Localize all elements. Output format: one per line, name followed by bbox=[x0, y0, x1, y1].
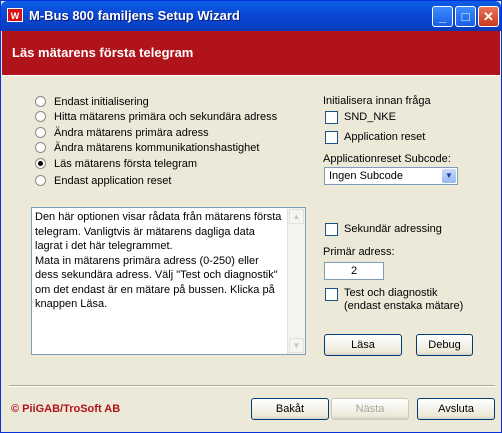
option-label: Läs mätarens första telegram bbox=[54, 157, 198, 170]
primary-address-label: Primär adress: bbox=[323, 246, 395, 258]
option-label: Ändra mätarens kommunikationshastighet bbox=[54, 141, 260, 154]
radio-button[interactable] bbox=[35, 96, 46, 107]
cancel-button[interactable]: Avsluta bbox=[417, 398, 495, 420]
radio-button[interactable] bbox=[35, 127, 46, 138]
debug-button[interactable]: Debug bbox=[416, 334, 473, 356]
description-text: Den här optionen visar rådata från mätar… bbox=[35, 211, 282, 310]
chevron-down-icon[interactable]: ▼ bbox=[442, 169, 456, 183]
step-title: Läs mätarens första telegram bbox=[12, 45, 194, 60]
radio-button[interactable] bbox=[35, 111, 46, 122]
app-reset-checkbox[interactable] bbox=[325, 131, 338, 144]
next-button[interactable]: Nästa bbox=[331, 398, 409, 420]
subcode-label: Applicationreset Subcode: bbox=[323, 153, 451, 165]
secondary-addressing-checkbox[interactable] bbox=[325, 223, 338, 236]
secondary-addressing-row[interactable]: Sekundär adressing bbox=[325, 223, 442, 236]
minimize-button[interactable]: _ bbox=[432, 6, 453, 27]
description-scrollbar[interactable]: ▲ ▼ bbox=[287, 208, 305, 354]
read-button[interactable]: Läsa bbox=[324, 334, 402, 356]
option-app-reset-only[interactable]: Endast application reset bbox=[35, 173, 171, 188]
option-find-addresses[interactable]: Hitta mätarens primära och sekundära adr… bbox=[35, 109, 277, 124]
option-read-first-telegram[interactable]: Läs mätarens första telegram bbox=[35, 156, 197, 171]
app-icon[interactable]: W bbox=[7, 8, 23, 22]
test-diagnostics-label-line2: (endast enstaka mätare) bbox=[344, 300, 464, 312]
option-init-only[interactable]: Endast initialisering bbox=[35, 94, 149, 109]
window-title: M-Bus 800 familjens Setup Wizard bbox=[29, 8, 240, 23]
option-label: Ändra mätarens primära adress bbox=[54, 126, 209, 139]
option-change-primary-address[interactable]: Ändra mätarens primära adress bbox=[35, 125, 209, 140]
maximize-button[interactable]: □ bbox=[455, 6, 476, 27]
snd-nke-checkbox-row[interactable]: SND_NKE bbox=[325, 111, 396, 124]
subcode-value: Ingen Subcode bbox=[329, 170, 404, 182]
secondary-addressing-label: Sekundär adressing bbox=[344, 223, 442, 235]
test-diagnostics-row[interactable]: Test och diagnostik (endast enstaka mäta… bbox=[325, 287, 463, 313]
copyright-text: © PiiGAB/TroSoft AB bbox=[11, 403, 121, 415]
scroll-up-icon[interactable]: ▲ bbox=[289, 209, 304, 224]
back-button[interactable]: Bakåt bbox=[251, 398, 329, 420]
step-banner: Läs mätarens första telegram bbox=[2, 31, 500, 76]
test-diagnostics-checkbox[interactable] bbox=[325, 288, 338, 301]
app-reset-label: Application reset bbox=[344, 131, 426, 143]
subcode-dropdown[interactable]: Ingen Subcode ▼ bbox=[324, 167, 458, 185]
radio-button[interactable] bbox=[35, 142, 46, 153]
app-reset-checkbox-row[interactable]: Application reset bbox=[325, 131, 425, 144]
setup-wizard-window: W M-Bus 800 familjens Setup Wizard _ □ ✕… bbox=[0, 0, 502, 433]
snd-nke-label: SND_NKE bbox=[344, 111, 396, 123]
test-diagnostics-label: Test och diagnostik (endast enstaka mäta… bbox=[344, 287, 463, 313]
option-label: Endast application reset bbox=[54, 174, 172, 187]
title-bar[interactable]: W M-Bus 800 familjens Setup Wizard _ □ ✕ bbox=[1, 1, 501, 31]
radio-button-selected[interactable] bbox=[35, 158, 46, 169]
option-label: Endast initialisering bbox=[54, 95, 149, 108]
option-change-baudrate[interactable]: Ändra mätarens kommunikationshastighet bbox=[35, 140, 259, 155]
init-group-label: Initialisera innan fråga bbox=[323, 95, 431, 107]
scroll-down-icon[interactable]: ▼ bbox=[289, 338, 304, 353]
test-diagnostics-label-line1: Test och diagnostik bbox=[344, 287, 438, 299]
description-textbox[interactable]: Den här optionen visar rådata från mätar… bbox=[31, 207, 306, 355]
close-button[interactable]: ✕ bbox=[478, 6, 499, 27]
footer-divider bbox=[9, 385, 495, 387]
radio-button[interactable] bbox=[35, 175, 46, 186]
primary-address-input[interactable]: 2 bbox=[324, 262, 384, 280]
option-label: Hitta mätarens primära och sekundära adr… bbox=[54, 110, 278, 123]
snd-nke-checkbox[interactable] bbox=[325, 111, 338, 124]
